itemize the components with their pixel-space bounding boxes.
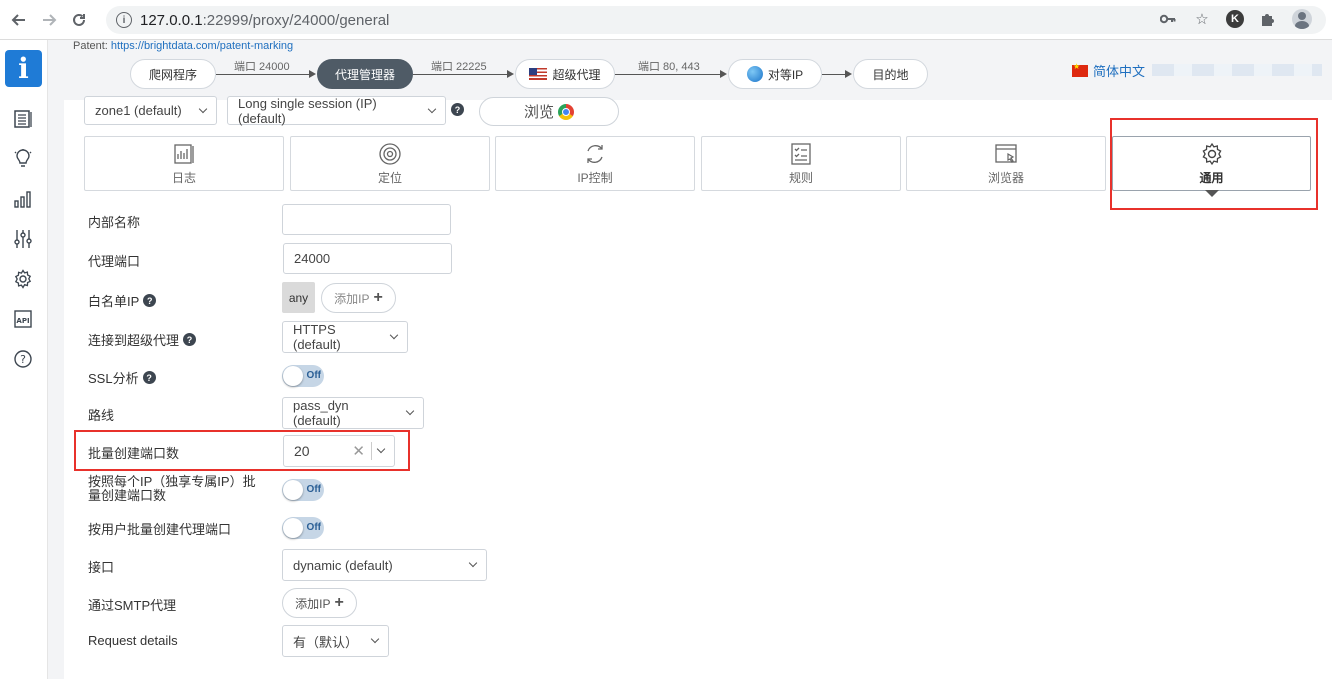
- pipeline-port-label: 端口 80, 443: [638, 61, 700, 73]
- api-icon[interactable]: API: [12, 308, 34, 330]
- site-info-icon[interactable]: i: [116, 12, 132, 28]
- batch-per-ip-label: 按照每个IP（独享专属IP）批 量创建端口数: [88, 474, 256, 503]
- reload-icon[interactable]: [64, 5, 94, 35]
- help-icon[interactable]: ?: [143, 294, 157, 307]
- globe-icon: [746, 66, 763, 82]
- key-icon[interactable]: [1158, 9, 1178, 29]
- pipeline-line: [216, 74, 310, 75]
- extensions-icon[interactable]: [1258, 9, 1278, 29]
- chevron-down-icon: [405, 406, 415, 416]
- pipeline-node-super-proxy[interactable]: 超级代理: [515, 59, 615, 89]
- forward-icon[interactable]: [34, 5, 64, 35]
- refresh-icon: [587, 144, 603, 163]
- pipeline-node-proxy-manager[interactable]: 代理管理器: [317, 59, 413, 89]
- pipeline-port-label: 端口 22225: [431, 61, 487, 73]
- tab-browser[interactable]: 浏览器: [906, 136, 1106, 191]
- connect-super-proxy-select[interactable]: HTTPS (default): [282, 321, 408, 353]
- pipeline-node-peer-ip[interactable]: 对等IP: [728, 59, 822, 89]
- account-avatar[interactable]: [1292, 9, 1312, 29]
- logs-icon: [174, 143, 194, 164]
- sliders-icon[interactable]: [12, 228, 34, 250]
- browser-icon: [995, 143, 1017, 163]
- china-flag-icon: [1072, 62, 1088, 77]
- blurred-account-info: [1152, 64, 1322, 76]
- chevron-down-icon: [198, 104, 208, 113]
- plus-icon: +: [334, 594, 344, 611]
- interface-label: 接口: [88, 560, 115, 575]
- pipeline-arrow: [507, 70, 514, 78]
- batch-per-ip-toggle[interactable]: Off: [282, 479, 324, 501]
- svg-text:API: API: [16, 317, 29, 325]
- patent-link[interactable]: https://brightdata.com/patent-marking: [111, 40, 293, 52]
- batch-per-user-label: 按用户批量创建代理端口: [88, 522, 232, 537]
- internal-name-label: 内部名称: [88, 215, 141, 230]
- pipeline-port-label: 端口 24000: [234, 61, 290, 73]
- chevron-down-icon: [427, 104, 437, 113]
- session-select[interactable]: Long single session (IP) (default): [227, 96, 446, 126]
- stats-icon[interactable]: [12, 188, 34, 210]
- route-select[interactable]: pass_dyn (default): [282, 397, 424, 429]
- tab-logs[interactable]: 日志: [84, 136, 284, 191]
- language-selector[interactable]: 简体中文: [1072, 61, 1145, 80]
- help-icon[interactable]: ?: [183, 333, 197, 346]
- ssl-analysis-toggle[interactable]: Off: [282, 365, 324, 387]
- url-text[interactable]: 127.0.0.1:22999/proxy/24000/general: [140, 12, 389, 29]
- us-flag-icon: [529, 68, 548, 80]
- star-icon[interactable]: ☆: [1192, 9, 1212, 29]
- help-icon[interactable]: ?: [12, 348, 34, 370]
- pipeline-line: [822, 74, 846, 75]
- tab-ip-control[interactable]: IP控制: [495, 136, 695, 191]
- chrome-icon: [558, 103, 574, 120]
- pipeline-node-destination[interactable]: 目的地: [853, 59, 928, 89]
- interface-select[interactable]: dynamic (default): [282, 549, 487, 581]
- pipeline-line: [413, 74, 508, 75]
- tab-targeting[interactable]: 定位: [290, 136, 490, 191]
- svg-text:?: ?: [20, 353, 26, 366]
- target-icon: [379, 142, 401, 165]
- back-icon[interactable]: [4, 5, 34, 35]
- chevron-down-icon: [370, 634, 380, 644]
- sidebar: i API ?: [0, 40, 48, 679]
- help-icon[interactable]: ?: [142, 371, 156, 384]
- chevron-down-icon: [389, 330, 399, 340]
- logs-icon[interactable]: [12, 108, 34, 130]
- address-bar[interactable]: i 127.0.0.1:22999/proxy/24000/general ☆ …: [106, 6, 1326, 34]
- route-label: 路线: [88, 408, 115, 423]
- request-details-label: Request details: [88, 633, 178, 648]
- plus-icon: +: [373, 289, 383, 306]
- patent-notice: Patent: https://brightdata.com/patent-ma…: [73, 40, 294, 52]
- batch-per-user-toggle[interactable]: Off: [282, 517, 324, 539]
- request-details-select[interactable]: 有（默认）: [282, 625, 389, 657]
- logo[interactable]: i: [5, 50, 42, 87]
- pipeline-arrow: [845, 70, 852, 78]
- rules-icon: [791, 142, 811, 165]
- whitelist-ip-label: 白名单IP?: [88, 291, 157, 310]
- add-smtp-ip-button[interactable]: 添加IP +: [282, 588, 357, 618]
- browse-button[interactable]: 浏览: [479, 97, 619, 126]
- tab-rules[interactable]: 规则: [701, 136, 901, 191]
- highlight-box-general-tab: [1110, 118, 1318, 210]
- add-whitelist-ip-button[interactable]: 添加IP +: [321, 283, 396, 313]
- profile-extension-icon[interactable]: K: [1226, 10, 1244, 28]
- chevron-down-icon: [468, 558, 478, 568]
- proxy-port-input[interactable]: 24000: [283, 243, 452, 274]
- idea-icon[interactable]: [12, 148, 34, 170]
- zone-select[interactable]: zone1 (default): [84, 96, 217, 125]
- smtp-proxy-label: 通过SMTP代理: [88, 598, 177, 613]
- proxy-port-label: 代理端口: [88, 254, 141, 269]
- any-ip-tag: any: [282, 282, 315, 313]
- internal-name-input[interactable]: [282, 204, 451, 235]
- pipeline-node-crawler[interactable]: 爬网程序: [130, 59, 216, 89]
- ssl-analysis-label: SSL分析?: [88, 368, 156, 387]
- help-icon[interactable]: ?: [451, 103, 464, 116]
- pipeline-arrow: [309, 70, 316, 78]
- connect-super-proxy-label: 连接到超级代理?: [88, 330, 197, 349]
- highlight-box-batch-ports: [74, 430, 410, 471]
- settings-icon[interactable]: [12, 268, 34, 290]
- pipeline-arrow: [720, 70, 727, 78]
- pipeline-line: [615, 74, 721, 75]
